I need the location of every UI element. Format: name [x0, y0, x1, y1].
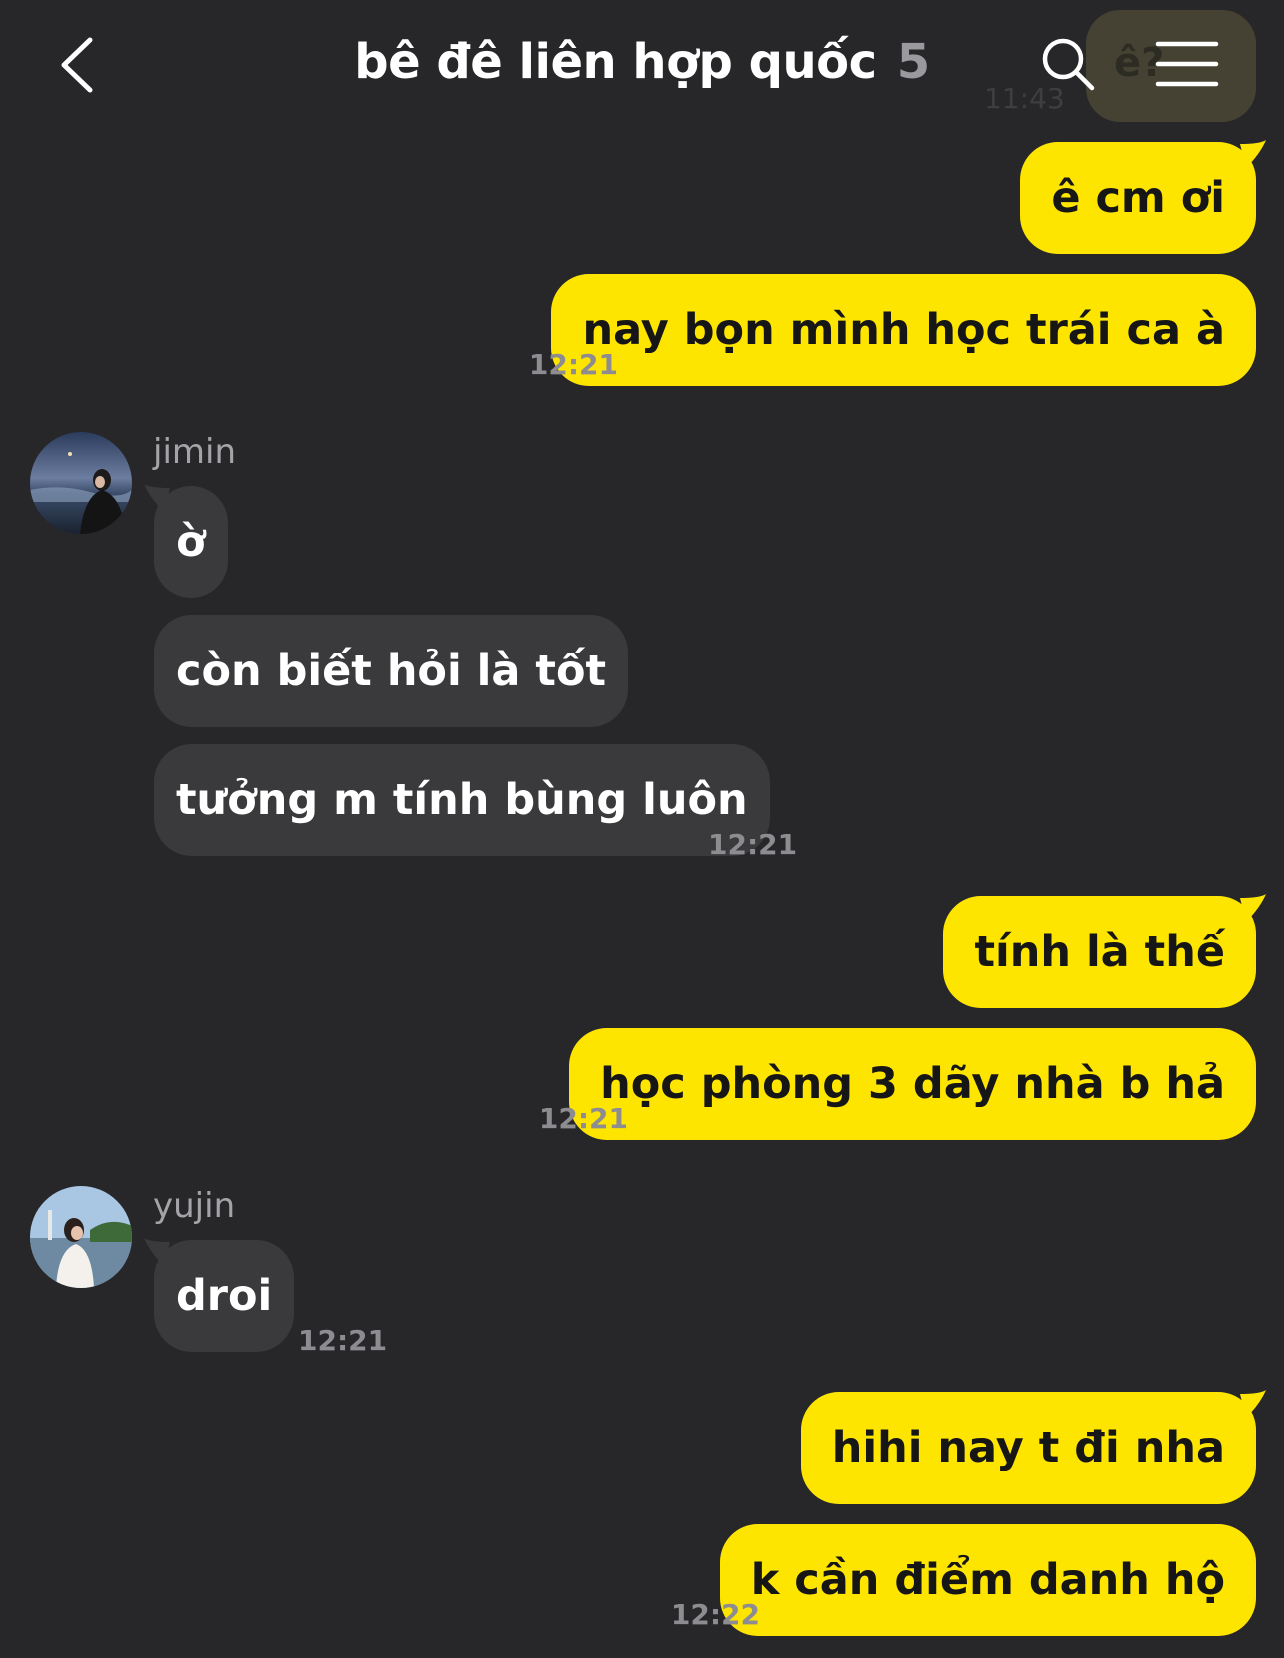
avatar-jimin[interactable]: [30, 432, 132, 534]
their-message-bubble[interactable]: droi: [154, 1240, 295, 1352]
message-text: học phòng 3 dãy nhà b hả: [600, 1059, 1225, 1109]
message-time: 12:21: [298, 1324, 388, 1357]
my-bubble-tail: [1240, 894, 1266, 922]
message-text: ê cm ơi: [1051, 173, 1225, 223]
my-message-bubble[interactable]: nay bọn mình học trái ca à: [551, 274, 1256, 386]
search-icon: [1042, 38, 1095, 91]
message-text: ờ: [176, 517, 206, 567]
sender-name: yujin: [153, 1186, 236, 1226]
member-count: 5: [896, 34, 930, 90]
chat-header: ê? 11:43 bê đê liên hợp quốc 5: [0, 0, 1284, 130]
my-message-bubble[interactable]: ê cm ơi: [1020, 142, 1256, 254]
message-text: tưởng m tính bùng luôn: [176, 775, 748, 825]
avatar-image: [30, 432, 132, 534]
my-bubble-tail: [1240, 140, 1266, 168]
avatar-image: [30, 1186, 132, 1288]
hamburger-menu-icon: [1155, 41, 1219, 87]
sender-name: jimin: [153, 432, 237, 472]
my-message-bubble[interactable]: k cần điểm danh hộ: [719, 1524, 1256, 1636]
search-button[interactable]: [1038, 34, 1098, 94]
message-text: hihi nay t đi nha: [831, 1423, 1225, 1473]
message-text: nay bọn mình học trái ca à: [582, 305, 1225, 355]
my-message-bubble[interactable]: hihi nay t đi nha: [800, 1392, 1256, 1504]
message-time: 12:21: [528, 348, 618, 381]
my-bubble-tail: [1240, 1390, 1266, 1418]
menu-button[interactable]: [1154, 38, 1220, 90]
message-time: 12:21: [708, 828, 798, 861]
message-time: 12:21: [538, 1102, 628, 1135]
message-text: k cần điểm danh hộ: [750, 1555, 1225, 1605]
message-time: 12:22: [670, 1598, 760, 1631]
my-message-bubble[interactable]: học phòng 3 dãy nhà b hả: [569, 1028, 1256, 1140]
my-message-bubble[interactable]: tính là thế: [943, 896, 1256, 1008]
their-message-bubble[interactable]: ờ: [154, 486, 228, 598]
their-message-bubble[interactable]: còn biết hỏi là tốt: [154, 615, 629, 727]
chat-name: bê đê liên hợp quốc: [354, 34, 877, 90]
their-message-bubble[interactable]: tưởng m tính bùng luôn: [154, 744, 770, 856]
avatar-yujin[interactable]: [30, 1186, 132, 1288]
message-text: droi: [176, 1271, 273, 1321]
message-text: còn biết hỏi là tốt: [176, 646, 607, 696]
message-text: tính là thế: [974, 927, 1225, 977]
